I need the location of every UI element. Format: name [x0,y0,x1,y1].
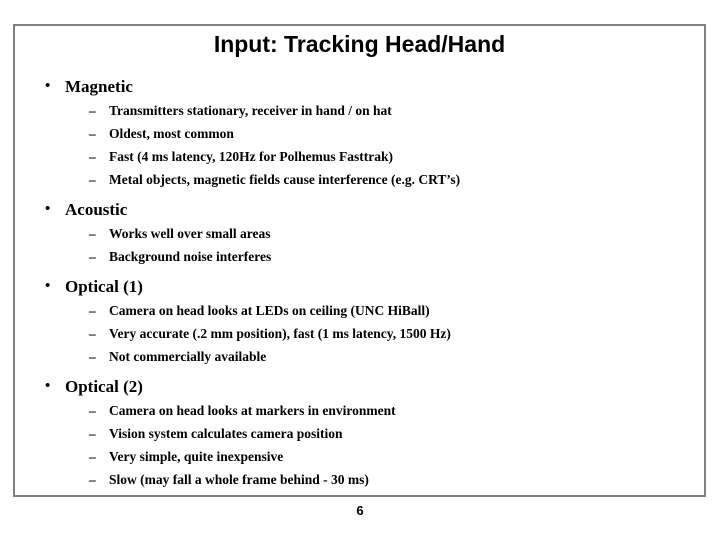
sub-bullet-list-optical-1: – Camera on head looks at LEDs on ceilin… [33,299,694,368]
slide-title: Input: Tracking Head/Hand [213,31,506,57]
dash-icon: – [89,472,96,487]
bullet-heading-label: Optical (2) [65,377,143,396]
sub-bullet-label: Camera on head looks at markers in envir… [109,403,396,418]
sub-bullet-label: Very simple, quite inexpensive [109,449,284,464]
sub-bullet-item: – Not commercially available [33,345,694,368]
bullet-heading-optical-2: • Optical (2) [33,376,694,397]
sub-bullet-item: – Camera on head looks at LEDs on ceilin… [33,299,694,322]
sub-bullet-label: Oldest, most common [109,126,234,141]
dash-icon: – [89,249,96,264]
sub-bullet-label: Not commercially available [109,349,267,364]
sub-bullet-label: Fast (4 ms latency, 120Hz for Polhemus F… [109,149,393,164]
sub-bullet-item: – Fast (4 ms latency, 120Hz for Polhemus… [33,145,694,168]
dash-icon: – [89,103,96,118]
dash-icon: – [89,126,96,141]
bullet-heading-acoustic: • Acoustic [33,199,694,220]
slide-content-frame: Input: Tracking Head/Hand • Magnetic – T… [13,24,706,497]
sub-bullet-item: – Oldest, most common [33,122,694,145]
page-number: 6 [356,503,364,518]
dash-icon: – [89,172,96,187]
sub-bullet-item: – Very simple, quite inexpensive [33,445,694,468]
bullet-icon: • [45,201,51,217]
sub-bullet-list-magnetic: – Transmitters stationary, receiver in h… [33,99,694,191]
dash-icon: – [89,303,96,318]
bullet-group-optical-2: • Optical (2) – Camera on head looks at … [33,376,694,491]
dash-icon: – [89,403,96,418]
sub-bullet-item: – Metal objects, magnetic fields cause i… [33,168,694,191]
sub-bullet-item: – Background noise interferes [33,245,694,268]
dash-icon: – [89,426,96,441]
sub-bullet-label: Very accurate (.2 mm position), fast (1 … [109,326,451,341]
bullet-heading-magnetic: • Magnetic [33,76,694,97]
sub-bullet-item: – Transmitters stationary, receiver in h… [33,99,694,122]
bullet-group-acoustic: • Acoustic – Works well over small areas… [33,199,694,268]
bullet-group-optical-1: • Optical (1) – Camera on head looks at … [33,276,694,368]
dash-icon: – [89,149,96,164]
sub-bullet-label: Transmitters stationary, receiver in han… [109,103,392,118]
bullet-heading-label: Optical (1) [65,277,143,296]
sub-bullet-label: Camera on head looks at LEDs on ceiling … [109,303,430,318]
sub-bullet-label: Works well over small areas [109,226,271,241]
dash-icon: – [89,326,96,341]
slide: Input: Tracking Head/Hand • Magnetic – T… [0,0,720,540]
bullet-heading-label: Magnetic [65,77,133,96]
sub-bullet-list-optical-2: – Camera on head looks at markers in env… [33,399,694,491]
dash-icon: – [89,349,96,364]
bullet-heading-label: Acoustic [65,200,128,219]
bullet-icon: • [45,78,51,94]
bullet-heading-optical-1: • Optical (1) [33,276,694,297]
sub-bullet-label: Slow (may fall a whole frame behind - 30… [109,472,369,487]
bullet-icon: • [45,278,51,294]
sub-bullet-label: Metal objects, magnetic fields cause int… [109,172,461,187]
dash-icon: – [89,449,96,464]
dash-icon: – [89,226,96,241]
sub-bullet-item: – Vision system calculates camera positi… [33,422,694,445]
bullet-icon: • [45,378,51,394]
bullet-group-magnetic: • Magnetic – Transmitters stationary, re… [33,76,694,191]
sub-bullet-item: – Camera on head looks at markers in env… [33,399,694,422]
slide-body: • Magnetic – Transmitters stationary, re… [33,76,694,491]
sub-bullet-item: – Slow (may fall a whole frame behind - … [33,468,694,491]
sub-bullet-label: Vision system calculates camera position [109,426,343,441]
sub-bullet-item: – Very accurate (.2 mm position), fast (… [33,322,694,345]
sub-bullet-list-acoustic: – Works well over small areas – Backgrou… [33,222,694,268]
sub-bullet-item: – Works well over small areas [33,222,694,245]
sub-bullet-label: Background noise interferes [109,249,272,264]
